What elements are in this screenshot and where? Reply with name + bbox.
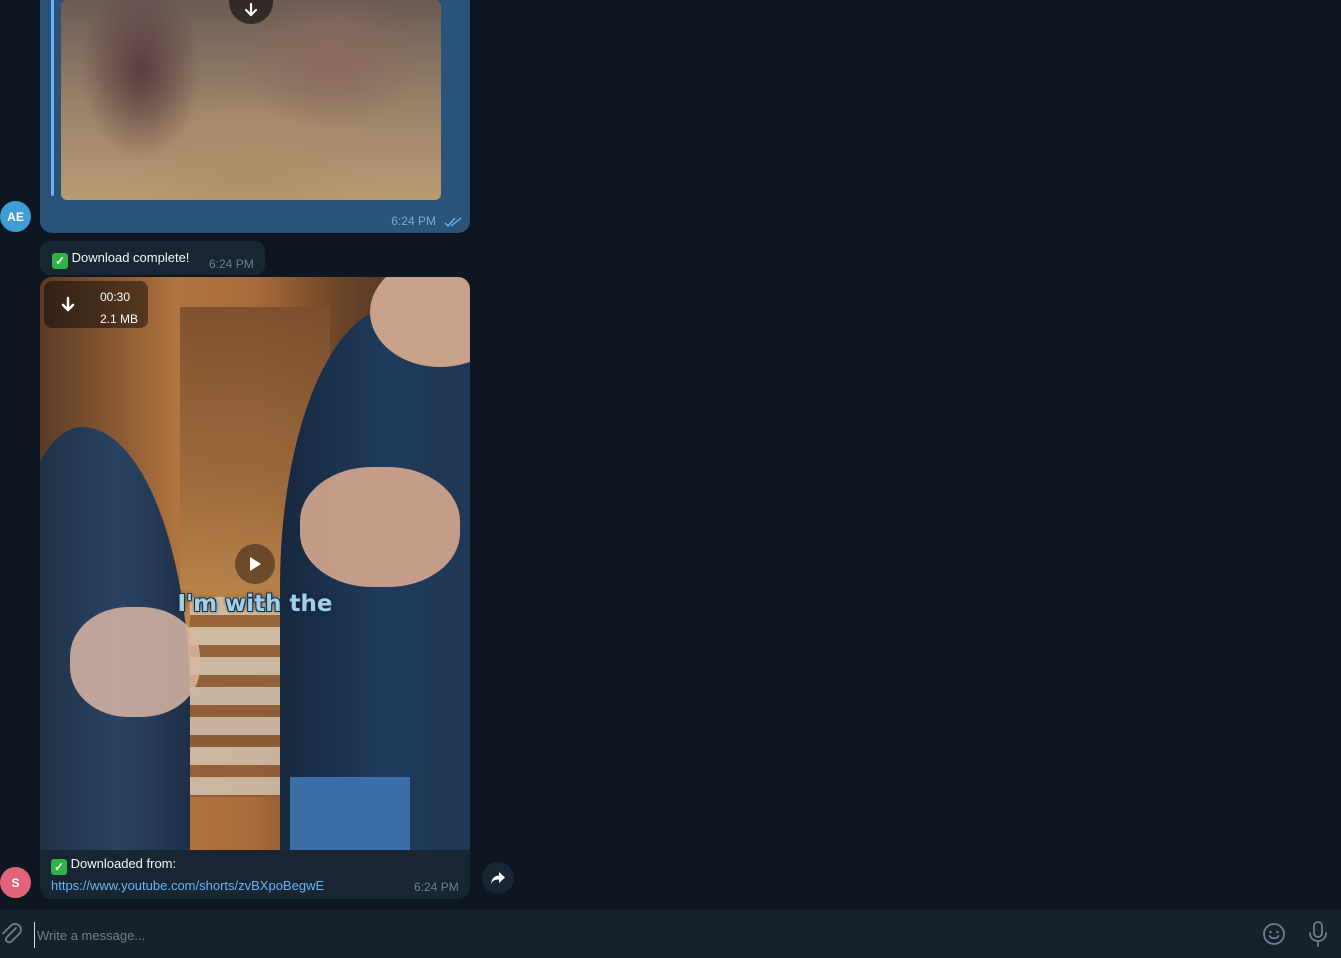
- double-check-icon: [444, 217, 462, 227]
- video-content: [70, 607, 200, 717]
- forward-bar: [51, 0, 54, 196]
- forwarded-video-message[interactable]: 6:24 PM: [40, 0, 470, 233]
- play-button[interactable]: [235, 544, 275, 584]
- video-subtitle: I'm with the: [177, 591, 333, 617]
- share-icon: [491, 872, 505, 884]
- message-composer: [0, 909, 1341, 958]
- play-icon: [250, 557, 261, 571]
- message-text: ✓ Download complete!: [52, 250, 189, 269]
- video-content: [300, 467, 460, 587]
- arrow-down-icon: [244, 2, 258, 17]
- video-frame[interactable]: 00:30 2.1 MB I'm with the: [40, 277, 470, 850]
- message-input[interactable]: [34, 922, 1219, 948]
- message-text-content: Download complete!: [71, 250, 190, 265]
- paperclip-icon[interactable]: [0, 922, 22, 946]
- caption-text: Downloaded from:: [70, 856, 177, 871]
- emoji-icon[interactable]: [1262, 922, 1286, 946]
- message-time: 6:24 PM: [391, 214, 436, 228]
- download-complete-message[interactable]: ✓ Download complete! 6:24 PM: [40, 241, 265, 275]
- video-caption: ✓ Downloaded from: https://www.youtube.c…: [51, 856, 324, 893]
- download-icon[interactable]: [58, 295, 78, 315]
- forward-button[interactable]: [482, 862, 514, 894]
- video-content: [290, 777, 410, 850]
- check-mark-emoji: ✓: [52, 253, 68, 269]
- chat-area: 6:24 PM AE ✓ Download complete! 6:24 PM: [0, 0, 1341, 908]
- video-thumbnail[interactable]: [61, 0, 441, 200]
- video-size: 2.1 MB: [100, 312, 139, 326]
- source-link[interactable]: https://www.youtube.com/shorts/zvBXpoBeg…: [51, 878, 324, 893]
- message-time: 6:24 PM: [209, 257, 254, 271]
- avatar[interactable]: AE: [0, 201, 31, 232]
- video-message[interactable]: 00:30 2.1 MB I'm with the ✓ Downloaded f…: [40, 277, 470, 899]
- avatar[interactable]: S: [0, 867, 31, 898]
- microphone-icon[interactable]: [1307, 920, 1329, 948]
- video-info-badge[interactable]: 00:30 2.1 MB: [44, 281, 148, 328]
- message-time: 6:24 PM: [414, 880, 459, 894]
- check-mark-emoji: ✓: [51, 859, 67, 875]
- video-duration: 00:30: [100, 290, 131, 304]
